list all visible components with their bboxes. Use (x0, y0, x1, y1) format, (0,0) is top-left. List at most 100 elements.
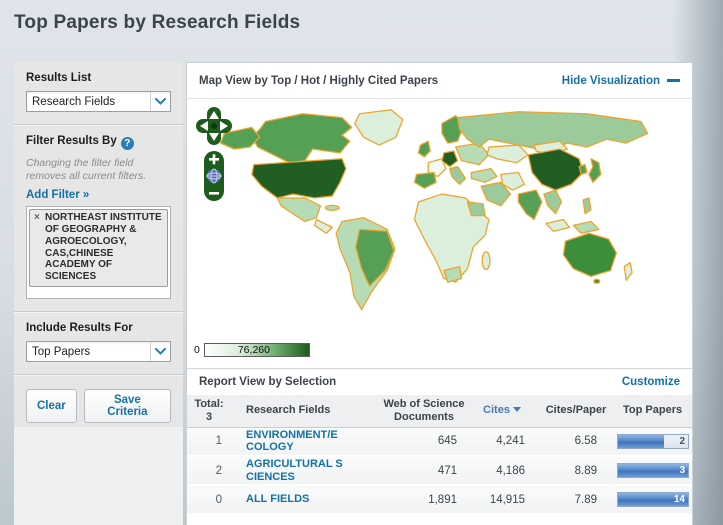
results-list-select[interactable]: Research Fields (26, 91, 171, 112)
legend-max: 76,260 (237, 344, 270, 356)
row-cites: 4,186 (467, 456, 537, 486)
page: Top Papers by Research Fields Results Li… (0, 0, 723, 525)
filter-tag-label: NORTHEAST INSTITUTE OF GEOGRAPHY & AGROE… (45, 212, 162, 283)
chevron-down-icon (150, 92, 170, 111)
map-country-spain (413, 171, 437, 189)
row-cites: 4,241 (467, 427, 537, 457)
sort-caret-icon (512, 407, 521, 413)
include-results-label: Include Results For (26, 322, 133, 335)
map-country-japan (588, 158, 602, 183)
map-country-china (527, 148, 584, 191)
top-papers-value: 2 (679, 435, 685, 447)
map-region-central-asia (486, 144, 529, 164)
row-cites-per-paper: 8.89 (537, 456, 615, 486)
table-header-row: Total: 3 Research Fields Web of Science … (187, 395, 692, 428)
remove-filter-icon[interactable]: × (34, 212, 40, 224)
top-papers-bar: 2 (617, 433, 689, 449)
filter-tag: × NORTHEAST INSTITUTE OF GEOGRAPHY & AGR… (29, 209, 168, 288)
map-country-greenland (354, 109, 404, 146)
total-count: Total: 3 (187, 395, 231, 428)
map-zoom-control[interactable] (204, 151, 224, 201)
sidebar-filler (14, 427, 183, 525)
map-region-indochina (543, 189, 563, 215)
row-rank: 0 (187, 485, 231, 515)
hide-visualization-link[interactable]: Hide Visualization (562, 75, 680, 87)
save-criteria-button[interactable]: Save Criteria (83, 389, 171, 424)
include-results-section: Include Results For Top Papers (14, 312, 183, 374)
map-header: Map View by Top / Hot / Highly Cited Pap… (187, 63, 692, 99)
map-country-usa (251, 158, 347, 199)
zoom-out-icon (209, 192, 219, 195)
map-region-south-america[interactable] (335, 216, 396, 311)
col-header-wos-documents: Web of Science Documents (381, 395, 467, 428)
clear-button[interactable]: Clear (26, 389, 77, 424)
add-filter-link[interactable]: Add Filter » (26, 189, 171, 201)
map-country-cuba (324, 204, 340, 211)
row-docs: 471 (381, 456, 467, 486)
main-panel: Map View by Top / Hot / Highly Cited Pap… (186, 62, 693, 525)
include-results-selected-value: Top Papers (32, 345, 91, 358)
field-link[interactable]: AGRICULTURAL SCIENCES (246, 458, 345, 483)
col-header-research-fields: Research Fields (231, 395, 381, 428)
map-country-indonesia-east (572, 220, 600, 234)
map-country-uk (417, 140, 431, 158)
top-papers-bar: 14 (617, 492, 689, 507)
map-country-italy (449, 165, 467, 185)
field-link[interactable]: ENVIRONMENT/ECOLOGY (246, 429, 345, 454)
results-list-section: Results List Research Fields (14, 62, 183, 124)
row-cites-per-paper: 7.89 (537, 485, 615, 515)
filter-results-by-label: Filter Results By? (26, 135, 171, 150)
field-link[interactable]: ALL FIELDS (246, 493, 309, 506)
map-region-oceania[interactable] (562, 232, 633, 284)
row-docs: 1,891 (381, 485, 467, 515)
globe-icon (206, 168, 222, 184)
map-country-indonesia-west (545, 218, 570, 232)
map-view-title: Map View by Top / Hot / Highly Cited Pap… (199, 74, 439, 87)
page-title: Top Papers by Research Fields (14, 12, 301, 33)
map-country-canada (251, 113, 353, 164)
col-header-cites-per-paper: Cites/Paper (537, 395, 615, 428)
legend-gradient-bar: 76,260 (203, 343, 310, 357)
results-list-label: Results List (26, 72, 92, 84)
filter-section: Filter Results By? Changing the filter f… (14, 125, 183, 311)
map-region-central-america (313, 218, 333, 234)
minus-icon (667, 79, 680, 82)
top-papers-bar: 3 (617, 463, 689, 478)
row-rank: 1 (187, 427, 231, 457)
map-country-india (517, 189, 543, 221)
map-country-australia (562, 232, 618, 278)
map-legend: 0 76,260 (194, 343, 310, 357)
help-icon[interactable]: ? (120, 137, 134, 150)
map-country-tasmania (593, 278, 601, 284)
customize-link[interactable]: Customize (622, 376, 680, 388)
col-header-cites-sort[interactable]: Cites (467, 395, 537, 428)
table-row: 0 ALL FIELDS 1,891 14,915 7.89 14 (187, 485, 692, 515)
map-country-madagascar (481, 251, 491, 271)
row-docs: 645 (381, 427, 467, 457)
map-country-turkey (470, 167, 498, 183)
col-header-top-papers: Top Papers (615, 395, 692, 428)
map-region-north-america[interactable] (219, 109, 404, 234)
active-filters-box: × NORTHEAST INSTITUTE OF GEOGRAPHY & AGR… (26, 206, 171, 300)
map-area: 0 76,260 (187, 99, 692, 368)
map-country-korea (578, 164, 588, 176)
row-cites-per-paper: 6.58 (537, 427, 615, 457)
world-choropleth-map[interactable] (195, 99, 685, 344)
report-header: Report View by Selection Customize (187, 368, 692, 395)
map-controls[interactable] (196, 107, 234, 203)
chevron-down-icon (150, 342, 170, 362)
row-cites: 14,915 (467, 485, 537, 515)
map-pan-control[interactable] (196, 107, 232, 145)
table-row: 2 AGRICULTURAL SCIENCES 471 4,186 8.89 3 (187, 456, 692, 486)
include-results-select[interactable]: Top Papers (26, 341, 171, 363)
map-region-africa[interactable] (413, 193, 491, 283)
filter-note: Changing the filter field removes all cu… (26, 157, 147, 183)
sidebar: Results List Research Fields Filter Resu… (14, 62, 183, 525)
top-papers-value: 3 (679, 465, 685, 476)
map-country-philippines (582, 197, 592, 215)
report-table: Total: 3 Research Fields Web of Science … (187, 395, 692, 515)
legend-min: 0 (194, 344, 200, 356)
results-list-selected-value: Research Fields (32, 95, 116, 108)
row-rank: 2 (187, 456, 231, 486)
top-papers-value: 14 (673, 494, 685, 505)
